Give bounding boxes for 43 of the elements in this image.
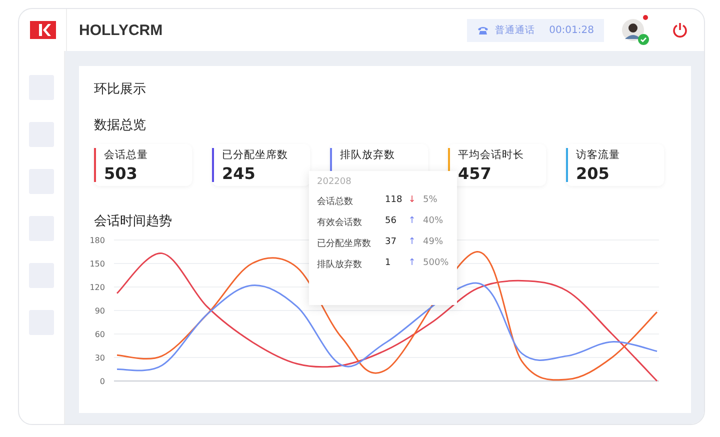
call-timer: 00:01:28 bbox=[549, 24, 594, 36]
section-title: 数据总览 bbox=[94, 117, 146, 134]
stat-label: 已分配坐席数 bbox=[222, 148, 288, 162]
stat-value: 457 bbox=[458, 164, 492, 183]
stat-label: 访客流量 bbox=[576, 148, 620, 162]
tooltip-value: 1 bbox=[385, 258, 392, 270]
trend-arrow: ↑ bbox=[407, 237, 417, 249]
tooltip-value: 37 bbox=[385, 237, 398, 249]
stat-label: 排队放弃数 bbox=[340, 148, 395, 162]
axis-label: 90 bbox=[94, 306, 105, 316]
tooltip-label: 会话总数 bbox=[317, 196, 354, 208]
axis-label: 30 bbox=[94, 354, 105, 362]
tooltip-label: 已分配坐席数 bbox=[317, 238, 372, 250]
trend-arrow: ↑ bbox=[407, 216, 417, 228]
stat-value: 205 bbox=[576, 164, 610, 183]
power-icon[interactable] bbox=[672, 22, 688, 38]
axis-label: 0 bbox=[100, 377, 105, 386]
axis-label: 180 bbox=[90, 236, 105, 245]
tooltip-value: 118 bbox=[385, 195, 401, 207]
axis-label: 150 bbox=[90, 260, 105, 268]
stat-label: 会话总量 bbox=[104, 148, 148, 162]
trend-arrow: ↑ bbox=[407, 258, 417, 270]
stat-value: 503 bbox=[104, 164, 138, 183]
tooltip-date: 202208 bbox=[317, 177, 352, 187]
stat-label: 平均会话时长 bbox=[458, 148, 524, 162]
tooltip-label: 有效会话数 bbox=[317, 216, 363, 229]
tooltip-percent: 40% bbox=[423, 216, 444, 228]
tooltip-value: 56 bbox=[385, 216, 398, 228]
axis-label: 60 bbox=[94, 330, 105, 339]
tooltip-percent: 500% bbox=[423, 258, 449, 270]
stat-value: 245 bbox=[222, 164, 256, 183]
tooltip-label: 排队放弃数 bbox=[317, 258, 363, 271]
logo-icon bbox=[30, 21, 56, 39]
axis-label: 120 bbox=[90, 283, 105, 292]
page-title: 环比展示 bbox=[94, 81, 146, 98]
section-title: 会话时间趋势 bbox=[94, 213, 172, 230]
tooltip-percent: 5% bbox=[423, 195, 438, 207]
app-title: HOLLYCRM bbox=[79, 22, 163, 38]
call-type: 普通通话 bbox=[495, 24, 536, 36]
avatar[interactable] bbox=[622, 19, 644, 41]
trend-arrow: ↓ bbox=[407, 195, 417, 207]
tooltip-percent: 49% bbox=[423, 237, 444, 249]
phone-icon bbox=[477, 25, 490, 35]
